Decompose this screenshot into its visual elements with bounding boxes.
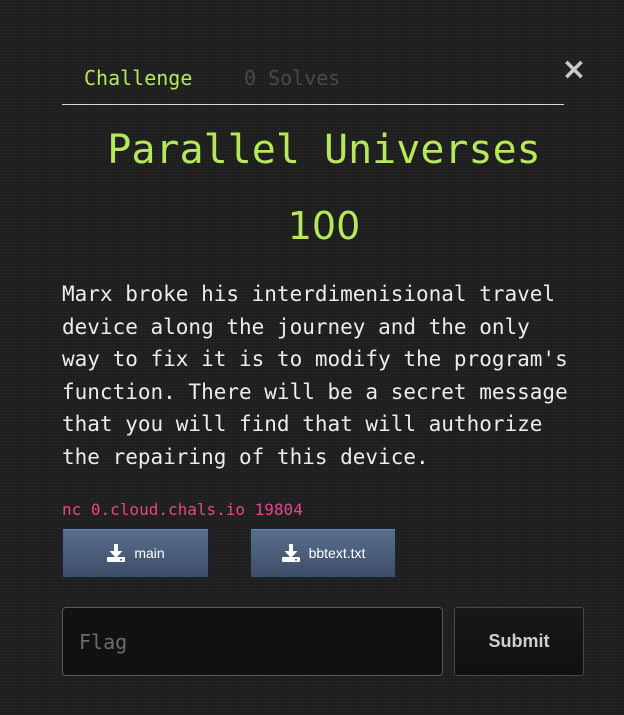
download-icon (281, 543, 301, 563)
challenge-description: Marx broke his interdimenisional travel … (62, 282, 568, 469)
challenge-points: 100 (287, 204, 361, 248)
tab-challenge[interactable]: Challenge (84, 66, 192, 90)
download-bbtext-label: bbtext.txt (308, 545, 366, 561)
close-icon[interactable]: × (560, 54, 588, 86)
download-main-label: main (134, 545, 165, 561)
download-main-button[interactable]: main (62, 528, 209, 578)
challenge-title: Parallel Universes (107, 127, 541, 173)
download-icon (106, 543, 126, 563)
challenge-modal: Challenge 0 Solves × Parallel Universes … (0, 0, 624, 715)
tab-solves[interactable]: 0 Solves (244, 66, 340, 90)
flag-input[interactable] (62, 607, 443, 676)
submit-button[interactable]: Submit (454, 607, 584, 676)
connection-info: nc 0.cloud.chals.io 19804 (62, 500, 303, 519)
download-bbtext-button[interactable]: bbtext.txt (250, 528, 396, 578)
challenge-tabs: Challenge 0 Solves (62, 60, 564, 105)
